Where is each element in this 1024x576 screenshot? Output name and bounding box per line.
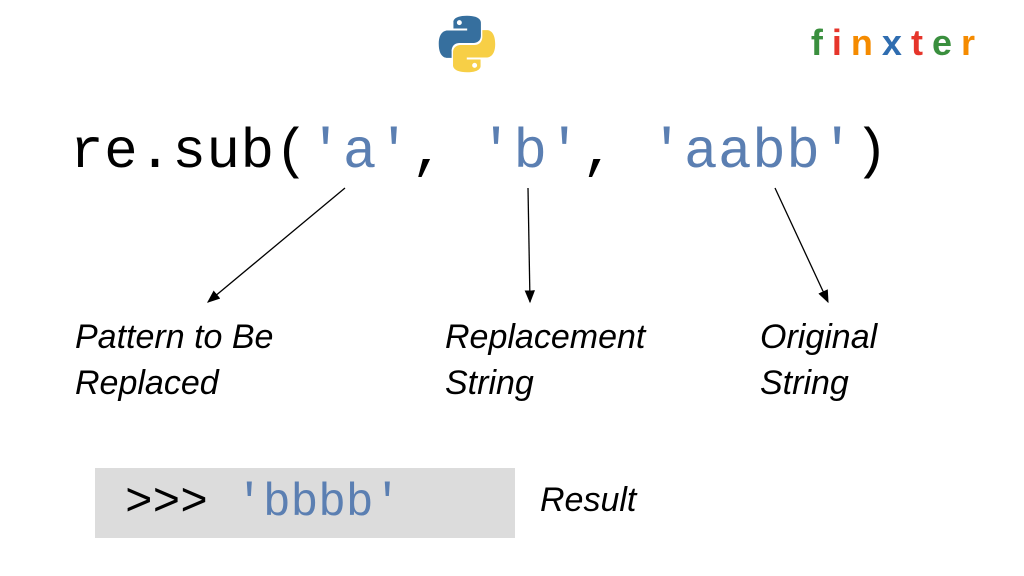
- result-output: >>> 'bbbb': [95, 468, 515, 538]
- code-arg-1: 'a': [309, 120, 411, 184]
- python-logo-icon: [437, 14, 497, 74]
- label-replacement-line1: Replacement: [445, 315, 645, 361]
- diagram-stage: finxter re.sub('a', 'b', 'aabb') Pattern…: [0, 0, 1024, 576]
- code-arg-2: 'b': [479, 120, 581, 184]
- repl-prompt: >>>: [125, 477, 208, 529]
- label-replacement-line2: String: [445, 361, 645, 407]
- label-pattern: Pattern to Be Replaced: [75, 315, 273, 407]
- brand-letter: i: [832, 22, 851, 63]
- code-close: ): [854, 120, 888, 184]
- label-original-line2: String: [760, 361, 877, 407]
- brand-letter: r: [961, 22, 984, 63]
- brand-letter: n: [851, 22, 882, 63]
- label-result: Result: [540, 478, 636, 524]
- brand-logo: finxter: [811, 22, 984, 64]
- label-original: Original String: [760, 315, 877, 407]
- code-sep-2: ,: [582, 120, 650, 184]
- brand-letter: x: [882, 22, 911, 63]
- code-func: re.sub(: [70, 120, 309, 184]
- brand-letter: f: [811, 22, 832, 63]
- brand-letter: t: [911, 22, 932, 63]
- label-original-line1: Original: [760, 315, 877, 361]
- label-pattern-line1: Pattern to Be: [75, 315, 273, 361]
- code-sep-1: ,: [411, 120, 479, 184]
- brand-letter: e: [932, 22, 961, 63]
- label-replacement: Replacement String: [445, 315, 645, 407]
- result-value: 'bbbb': [235, 477, 401, 529]
- code-expression: re.sub('a', 'b', 'aabb'): [70, 120, 889, 184]
- label-pattern-line2: Replaced: [75, 361, 273, 407]
- code-arg-3: 'aabb': [650, 120, 855, 184]
